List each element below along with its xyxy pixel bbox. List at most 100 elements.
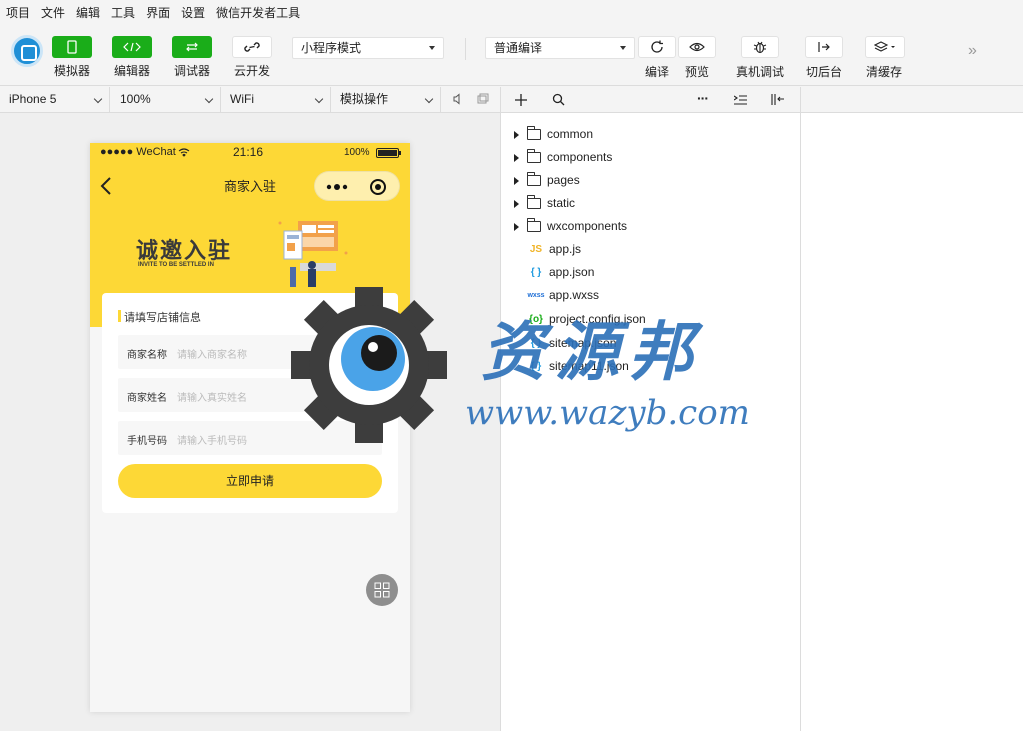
field-label: 手机号码 xyxy=(127,436,167,447)
zoom-select[interactable]: 100% xyxy=(111,87,221,112)
debug-toggle-icon xyxy=(172,36,212,58)
device-value: iPhone 5 xyxy=(9,92,57,106)
section-title: 请填写店铺信息 xyxy=(124,312,201,324)
wifi-icon xyxy=(178,148,190,157)
volume-icon[interactable] xyxy=(452,93,464,105)
floating-grid-button[interactable] xyxy=(366,574,398,606)
folder-name: pages xyxy=(547,173,580,187)
device-select[interactable]: iPhone 5 xyxy=(0,87,110,112)
chevron-down-icon xyxy=(204,94,214,104)
double-chevron-right-icon[interactable]: » xyxy=(968,42,977,60)
add-icon[interactable] xyxy=(515,94,527,106)
battery-text: 100% xyxy=(344,147,370,158)
folder-name: static xyxy=(547,196,576,210)
file-name: project.config.json xyxy=(549,312,646,326)
phone-nav-bar: 商家入驻 xyxy=(90,163,410,207)
close-target-icon[interactable] xyxy=(369,178,387,196)
folder-name: common xyxy=(547,127,594,141)
js-file-icon: JS xyxy=(529,244,543,255)
owner-name-field[interactable]: 商家姓名 请输入真实姓名 xyxy=(118,378,382,412)
file-explorer: common components pages static wxcompone… xyxy=(501,113,800,731)
compile-button[interactable] xyxy=(638,36,676,58)
folder-icon xyxy=(527,149,541,163)
layers-icon xyxy=(874,41,895,52)
folder-icon xyxy=(527,126,541,140)
menu-item-devtools[interactable]: 微信开发者工具 xyxy=(216,4,300,21)
menu-item-file[interactable]: 文件 xyxy=(41,4,65,21)
folder-icon xyxy=(527,218,541,232)
operation-select[interactable]: 模拟操作 xyxy=(331,87,441,112)
menu-item-settings[interactable]: 设置 xyxy=(181,4,205,21)
menu-item-tools[interactable]: 工具 xyxy=(111,4,135,21)
cloud-link-icon xyxy=(232,36,272,58)
wxss-file-icon: wxss xyxy=(527,292,545,299)
compile-label: 编译 xyxy=(645,65,670,79)
eye-icon xyxy=(689,42,705,52)
simulator-toolbar: iPhone 5 100% WiFi 模拟操作 xyxy=(0,87,500,113)
more-options-icon[interactable]: ··· xyxy=(697,90,709,106)
folder-icon xyxy=(527,172,541,186)
tree-file[interactable]: { } sitemap.json xyxy=(501,332,800,355)
file-name: app.js xyxy=(549,242,582,256)
tree-file[interactable]: { } sitemap11.json xyxy=(501,355,800,378)
collapse-all-icon[interactable] xyxy=(734,95,747,105)
menu-item-view[interactable]: 界面 xyxy=(146,4,170,21)
tree-file[interactable]: wxss app.wxss xyxy=(501,284,800,307)
file-name: sitemap11.json xyxy=(549,359,629,373)
tree-folder[interactable]: components xyxy=(501,146,800,169)
chevron-down-icon xyxy=(93,94,103,104)
cloud-dev-button[interactable]: 云开发 xyxy=(222,36,282,79)
chevron-down-icon xyxy=(424,94,434,104)
operation-value: 模拟操作 xyxy=(340,92,389,106)
editor-button[interactable]: 编辑器 xyxy=(102,36,162,79)
field-placeholder: 请输入手机号码 xyxy=(177,436,247,447)
tree-folder[interactable]: pages xyxy=(501,169,800,192)
tree-folder[interactable]: static xyxy=(501,192,800,215)
split-view-icon[interactable] xyxy=(771,93,785,106)
tree-file[interactable]: { } app.json xyxy=(501,261,800,284)
tree-file[interactable]: {o} project.config.json xyxy=(501,308,800,331)
caret-right-icon xyxy=(514,154,519,162)
field-placeholder: 请输入真实姓名 xyxy=(177,393,247,404)
real-device-debug-button[interactable] xyxy=(741,36,779,58)
compile-mode-value: 普通编译 xyxy=(494,41,543,55)
apply-button[interactable]: 立即申请 xyxy=(118,464,382,498)
network-select[interactable]: WiFi xyxy=(221,87,331,112)
simulator-button[interactable]: 模拟器 xyxy=(42,36,102,79)
preview-button[interactable] xyxy=(678,36,716,58)
editor-label: 编辑器 xyxy=(113,64,150,78)
background-button[interactable] xyxy=(805,36,843,58)
compile-mode-select[interactable]: 普通编译 xyxy=(485,37,635,59)
capsule-menu[interactable] xyxy=(314,171,400,201)
grid-icon xyxy=(374,582,390,598)
tree-file[interactable]: JS app.js xyxy=(501,238,800,261)
bug-icon xyxy=(753,41,767,54)
cloud-dev-label: 云开发 xyxy=(233,64,270,78)
tree-folder[interactable]: common xyxy=(501,123,800,146)
shop-name-field[interactable]: 商家名称 请输入商家名称 xyxy=(118,335,382,369)
folder-name: components xyxy=(547,150,613,164)
more-dots-icon[interactable] xyxy=(326,183,348,191)
config-file-icon: {o} xyxy=(529,314,543,325)
simulator-label: 模拟器 xyxy=(53,64,90,78)
preview-label: 预览 xyxy=(685,65,710,79)
clear-cache-label: 清缓存 xyxy=(866,65,903,79)
carrier-text: ●●●●● WeChat xyxy=(100,146,176,158)
switch-background-icon xyxy=(818,42,830,52)
menu-item-project[interactable]: 项目 xyxy=(6,4,30,21)
mode-select[interactable]: 小程序模式 xyxy=(292,37,444,59)
menu-item-edit[interactable]: 编辑 xyxy=(76,4,100,21)
caret-right-icon xyxy=(514,223,519,231)
detach-window-icon[interactable] xyxy=(477,93,489,105)
json-file-icon: { } xyxy=(530,361,542,372)
clear-cache-button[interactable] xyxy=(865,36,905,58)
tree-folder[interactable]: wxcomponents xyxy=(501,215,800,238)
folder-name: wxcomponents xyxy=(547,219,628,233)
search-icon[interactable] xyxy=(552,93,565,106)
banner-illustration-icon xyxy=(278,221,348,287)
phone-number-field[interactable]: 手机号码 请输入手机号码 xyxy=(118,421,382,455)
shop-info-card: 请填写店铺信息 商家名称 请输入商家名称 商家姓名 请输入真实姓名 手机号码 请… xyxy=(102,293,398,513)
app-logo-icon[interactable] xyxy=(11,35,43,67)
editor-tab-bar xyxy=(801,87,1023,113)
debugger-button[interactable]: 调试器 xyxy=(162,36,222,79)
